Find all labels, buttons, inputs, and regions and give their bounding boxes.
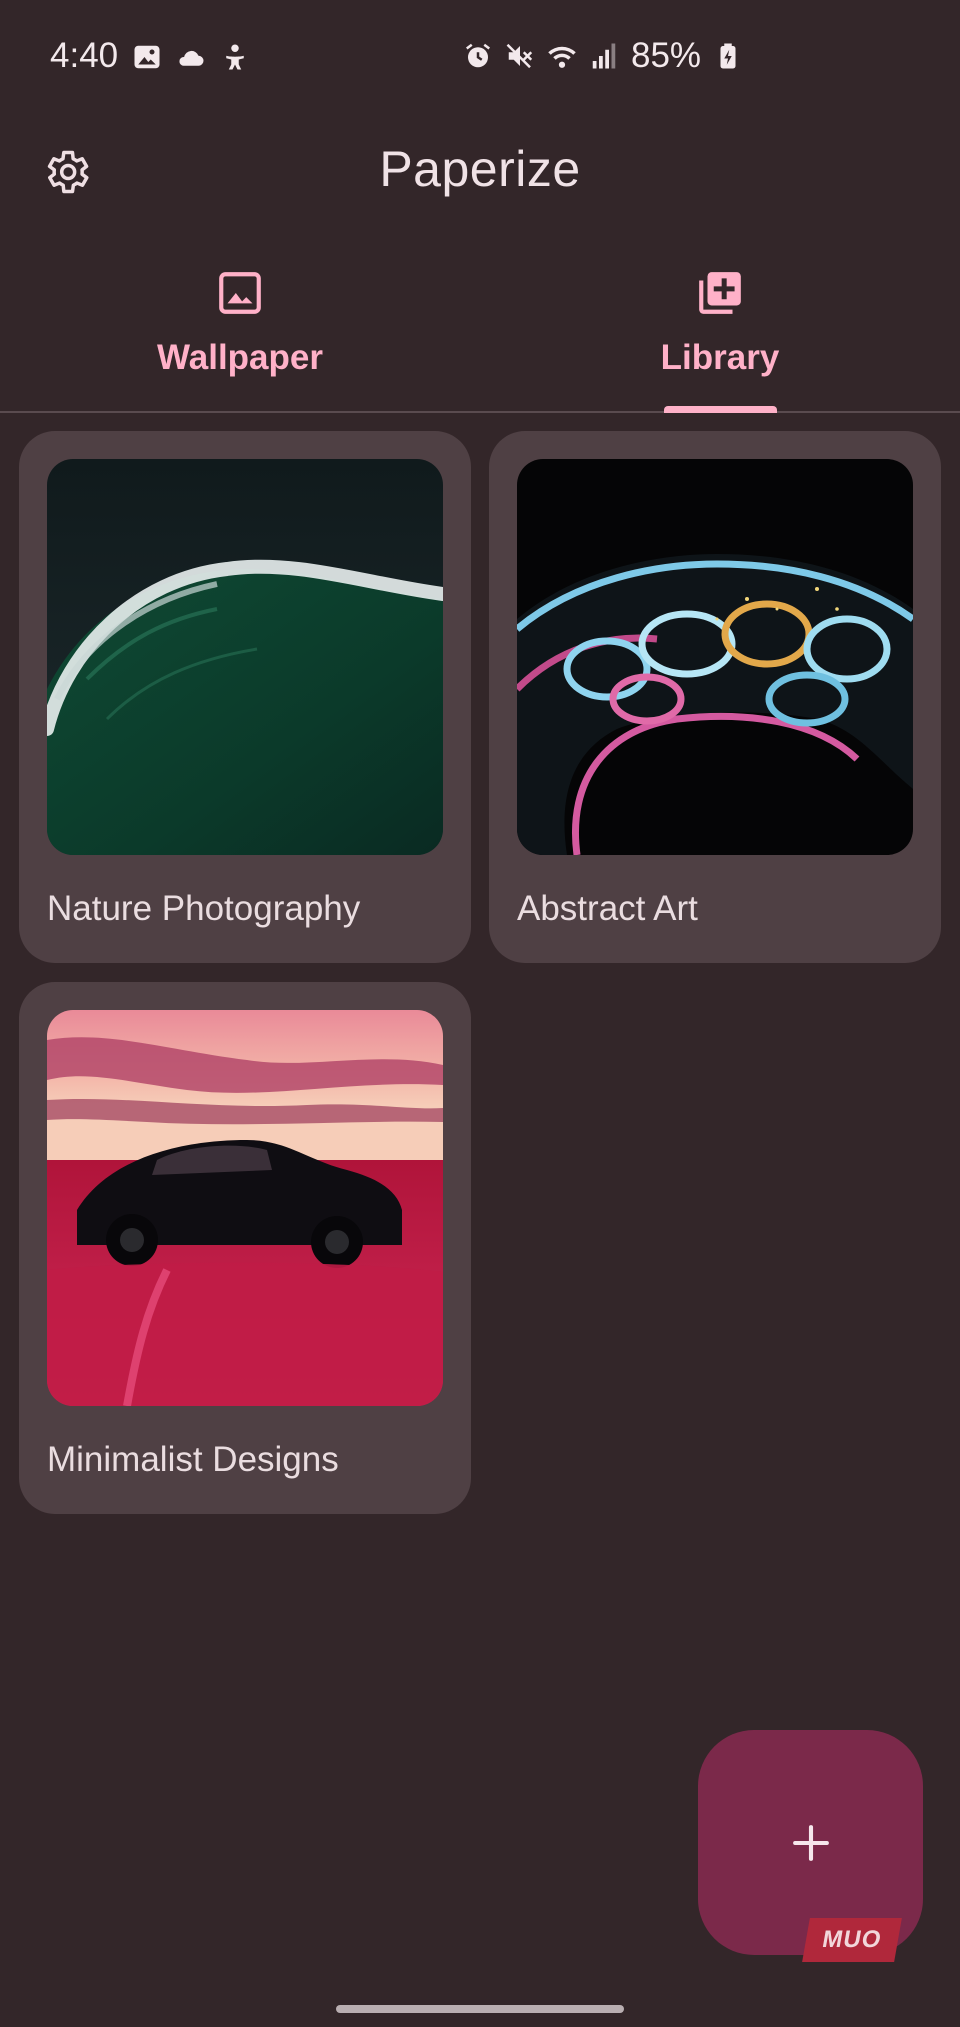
watermark-logo: MUO xyxy=(802,1918,902,1962)
tab-wallpaper[interactable]: Wallpaper xyxy=(0,258,480,411)
tab-library-label: Library xyxy=(660,338,780,377)
album-name: Nature Photography xyxy=(47,889,361,928)
signal-icon xyxy=(589,41,619,71)
home-indicator[interactable] xyxy=(336,2005,624,2013)
plus-icon xyxy=(792,1824,830,1862)
mute-icon xyxy=(505,41,535,71)
library-add-icon xyxy=(695,268,745,318)
accessibility-icon xyxy=(220,42,250,72)
wifi-icon xyxy=(547,41,577,71)
album-card-abstract-art[interactable]: Abstract Art xyxy=(489,431,941,963)
image-notification-icon xyxy=(132,42,162,72)
cloud-icon xyxy=(176,42,206,72)
status-bar: 4:40 85% xyxy=(0,0,960,116)
status-time: 4:40 xyxy=(50,36,119,75)
status-system-icons: 85% xyxy=(463,36,743,76)
battery-percentage: 85% xyxy=(631,36,702,75)
tab-wallpaper-label: Wallpaper xyxy=(157,338,323,377)
tab-row: Wallpaper Library xyxy=(0,258,960,413)
alarm-icon xyxy=(463,41,493,71)
album-card-minimalist-designs[interactable]: Minimalist Designs xyxy=(19,982,471,1514)
album-card-nature-photography[interactable]: Nature Photography xyxy=(19,431,471,963)
album-thumbnail-abstract-art xyxy=(517,459,913,855)
battery-charging-icon xyxy=(713,41,743,71)
status-notification-icons xyxy=(132,42,250,72)
album-name: Minimalist Designs xyxy=(47,1440,339,1479)
tab-library[interactable]: Library xyxy=(480,258,960,411)
album-thumbnail-minimalist-designs xyxy=(47,1010,443,1406)
app-bar: Paperize xyxy=(0,116,960,224)
image-icon xyxy=(215,268,265,318)
album-name: Abstract Art xyxy=(517,889,698,928)
tab-indicator xyxy=(664,406,777,413)
screen: 4:40 85% Paperize Wallpaper Library Natu… xyxy=(0,0,960,2027)
album-thumbnail-nature-photography xyxy=(47,459,443,855)
app-title: Paperize xyxy=(379,141,581,197)
